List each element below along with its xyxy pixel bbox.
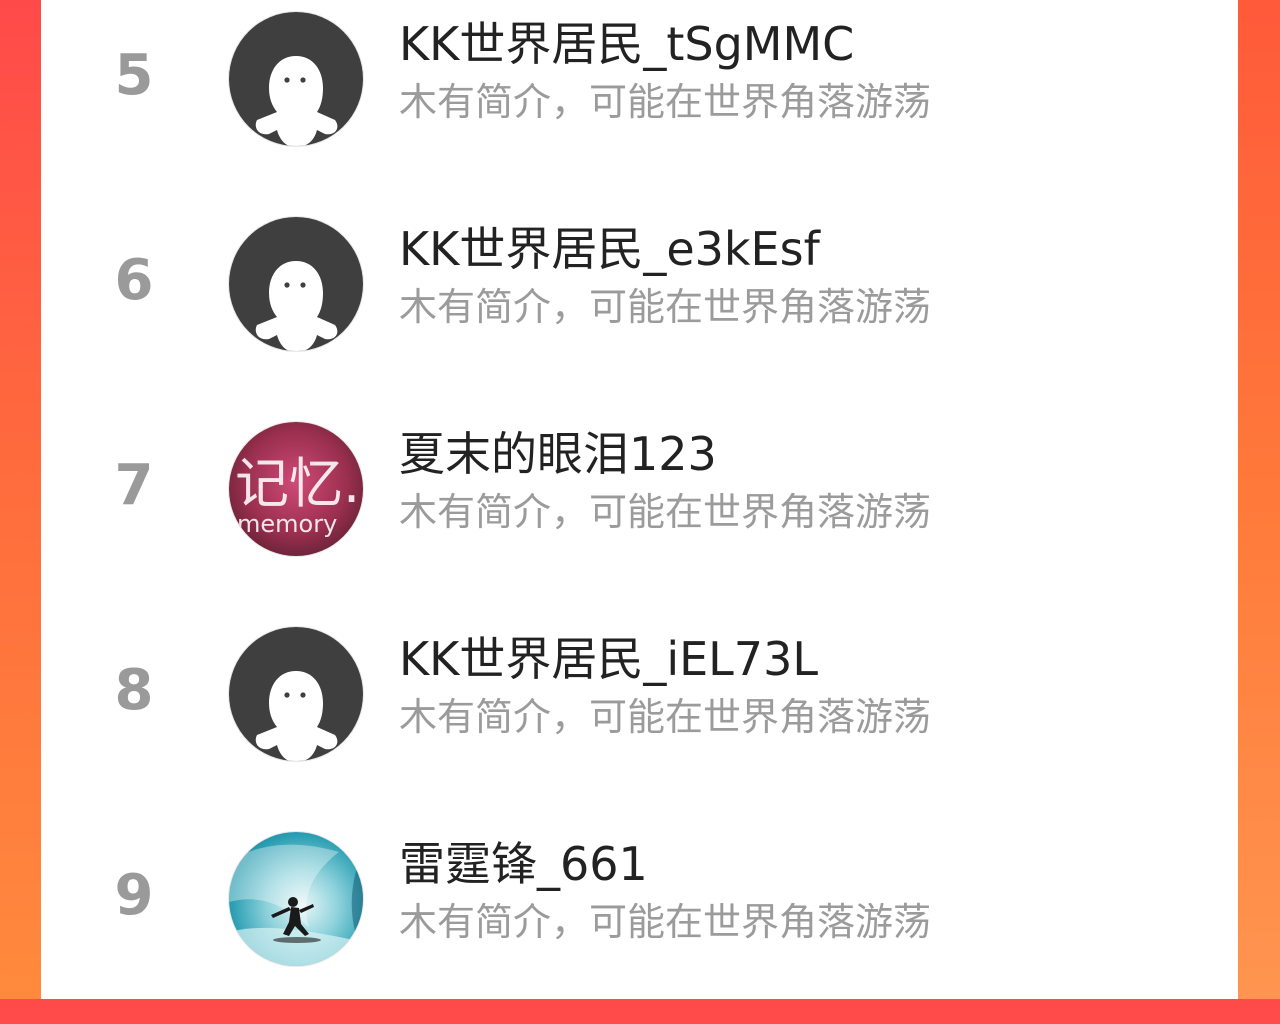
user-bio: 木有简介，可能在世界角落游荡 <box>399 900 932 944</box>
default-ghost-avatar-icon <box>229 217 363 351</box>
avatar[interactable]: 记忆. memory <box>229 422 363 556</box>
user-bio: 木有简介，可能在世界角落游荡 <box>399 695 932 739</box>
list-item[interactable]: 5 KK世界居民_tSgMMC 木有简介，可能在世界角落游荡 <box>41 0 1238 204</box>
rank-number: 8 <box>114 658 154 723</box>
default-ghost-avatar-icon <box>229 627 363 761</box>
svg-text:memory: memory <box>237 510 337 538</box>
rank-number: 5 <box>114 43 154 108</box>
svg-text:记忆.: 记忆. <box>235 452 360 515</box>
user-name[interactable]: KK世界居民_iEL73L <box>399 629 818 689</box>
rank-number: 7 <box>114 453 154 518</box>
memory-text-avatar-icon: 记忆. memory <box>229 422 363 556</box>
list-item[interactable]: 8 KK世界居民_iEL73L 木有简介，可能在世界角落游荡 <box>41 615 1238 819</box>
user-name[interactable]: KK世界居民_tSgMMC <box>399 14 854 74</box>
user-name[interactable]: 雷霆锋_661 <box>399 834 648 894</box>
list-item[interactable]: 7 记忆. memory 夏末的眼泪123 木有简介，可能在世界角落游荡 <box>41 410 1238 614</box>
default-ghost-avatar-icon <box>229 12 363 146</box>
user-bio: 木有简介，可能在世界角落游荡 <box>399 285 932 329</box>
user-bio: 木有简介，可能在世界角落游荡 <box>399 490 932 534</box>
list-item[interactable]: 6 KK世界居民_e3kEsf 木有简介，可能在世界角落游荡 <box>41 205 1238 409</box>
avatar[interactable] <box>229 12 363 146</box>
rank-number: 6 <box>114 248 154 313</box>
user-name[interactable]: KK世界居民_e3kEsf <box>399 219 820 279</box>
ranking-list-panel: 5 KK世界居民_tSgMMC 木有简介，可能在世界角落游荡 6 KK世界居民_… <box>41 0 1238 999</box>
avatar[interactable] <box>229 627 363 761</box>
rank-number: 9 <box>114 863 154 928</box>
avatar[interactable] <box>229 217 363 351</box>
list-item[interactable]: 9 雷霆锋_661 木有简介，可能在世界角落游荡 <box>41 820 1238 1024</box>
right-edge-background <box>1238 0 1280 999</box>
surfer-wave-avatar-icon <box>229 832 363 966</box>
avatar[interactable] <box>229 832 363 966</box>
user-bio: 木有简介，可能在世界角落游荡 <box>399 80 932 124</box>
user-name[interactable]: 夏末的眼泪123 <box>399 424 717 484</box>
